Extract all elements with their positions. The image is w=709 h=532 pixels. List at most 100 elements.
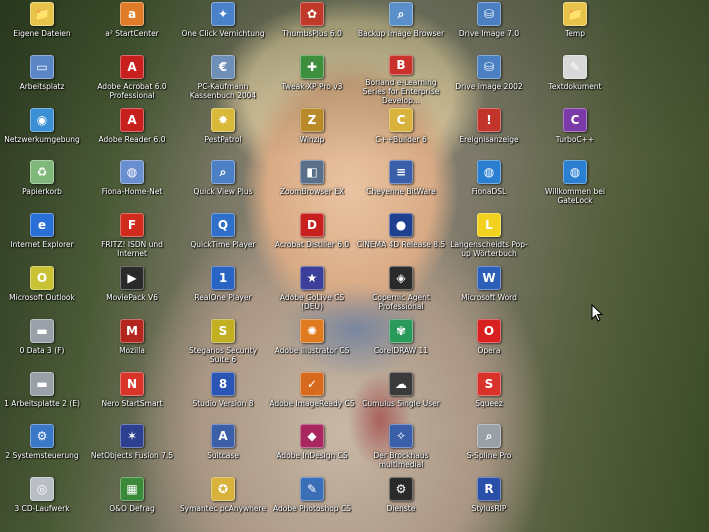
desktop-icon-label: Eigene Dateien (13, 29, 71, 38)
bitware-icon: ≡ (389, 160, 413, 184)
desktop-icon[interactable]: ✧ Der Brockhaus multimedial (356, 422, 446, 474)
desktop-icon[interactable]: A Adobe Acrobat 6.0 Professional (84, 53, 180, 105)
desktop-icon[interactable]: ✚ Tweak-XP Pro v3 (268, 53, 356, 105)
desktop-icon[interactable]: ⌕ Quick View Plus (179, 158, 267, 210)
desktop-icon-label: Cheyenne BitWare (366, 187, 436, 196)
desktop-icon[interactable]: ◆ Adobe InDesign CS (268, 422, 356, 474)
desktop-icon[interactable]: A Suitcase (179, 422, 267, 474)
desktop-icon[interactable]: N Nero StartSmart (84, 370, 180, 422)
desktop-icon[interactable]: ● CINEMA 4D Release 8.5 (356, 211, 446, 263)
backup-browser-icon: ⌕ (389, 2, 413, 26)
desktop-icon[interactable]: ☁ Cumulus Single User (356, 370, 446, 422)
services-icon: ⚙ (389, 477, 413, 501)
cumulus-icon: ☁ (389, 372, 413, 396)
desktop-icon[interactable]: 📁 Eigene Dateien (0, 0, 84, 52)
desktop-icon[interactable]: Z Winzip (268, 106, 356, 158)
desktop-icon-label: Backup Image Browser (357, 29, 445, 38)
desktop-icon[interactable]: ✺ Adobe Illustrator CS (268, 317, 356, 369)
desktop-icon-label: 2 Systemsteuerung (5, 451, 79, 460)
desktop-icon[interactable]: A Adobe Reader 6.0 (84, 106, 180, 158)
desktop-icon[interactable]: ⛁ Drive Image 2002 (446, 53, 532, 105)
desktop-icon[interactable]: S Steganos Security Suite 6 (179, 317, 267, 369)
desktop-icon[interactable]: ⚙ 2 Systemsteuerung (0, 422, 84, 474)
desktop-icon[interactable]: ◎ 3 CD-Laufwerk (0, 475, 84, 527)
desktop-icon[interactable]: ✎ Textdokument (533, 53, 617, 105)
desktop-icon[interactable]: D Acrobat Distiller 6.0 (268, 211, 356, 263)
desktop-icon[interactable]: C C++Builder 6 (356, 106, 446, 158)
desktop-icon[interactable]: ★ Adobe GoLive CS (DEU) (268, 264, 356, 316)
desktop-icon-label: Temp (565, 29, 585, 38)
control-panel-icon: ⚙ (30, 424, 54, 448)
turboc-icon: C (563, 108, 587, 132)
desktop-icon[interactable]: ✎ Adobe Photoshop CS (268, 475, 356, 527)
desktop-icon[interactable]: ≡ Cheyenne BitWare (356, 158, 446, 210)
desktop-icon[interactable]: ◈ Copernic Agent Professional (356, 264, 446, 316)
realone-icon: 1 (211, 266, 235, 290)
desktop-icon[interactable]: Q QuickTime Player (179, 211, 267, 263)
desktop-icon[interactable]: 1 RealOne Player (179, 264, 267, 316)
desktop-icon[interactable]: ✦ One Click Vernichtung (179, 0, 267, 52)
desktop-icon[interactable]: ◉ Netzwerkumgebung (0, 106, 84, 158)
desktop-icon[interactable]: L Langenscheidts Pop-up Wörterbuch (446, 211, 532, 263)
desktop-icon[interactable]: M Mozilla (84, 317, 180, 369)
desktop-icon-label: Quick View Plus (193, 187, 253, 196)
desktop-icon-label: Netzwerkumgebung (4, 135, 80, 144)
desktop-icon-label: Internet Explorer (10, 240, 74, 249)
desktop-icon[interactable]: ◧ ZoomBrowser EX (268, 158, 356, 210)
mozilla-icon: M (120, 319, 144, 343)
coreldraw-icon: ✾ (389, 319, 413, 343)
desktop-icon[interactable]: O Microsoft Outlook (0, 264, 84, 316)
internet-explorer-icon: e (30, 213, 54, 237)
desktop-icon[interactable]: ! Ereignisanzeige (446, 106, 532, 158)
desktop-icon-label: Symantec pcAnywhere (179, 504, 267, 513)
desktop-icon-label: Drive Image 2002 (455, 82, 523, 91)
desktop-icon[interactable]: ♻ Papierkorb (0, 158, 84, 210)
desktop-icon[interactable]: ▬ 0 Data 3 (F) (0, 317, 84, 369)
desktop-icon[interactable]: C TurboC++ (533, 106, 617, 158)
drive-image-icon: ⛁ (477, 2, 501, 26)
desktop-icon-label: FionaDSL (471, 187, 507, 196)
desktop-icon[interactable]: ◍ FionaDSL (446, 158, 532, 210)
desktop-icon-label: Mozilla (119, 346, 145, 355)
desktop-icon[interactable]: F FRITZ! ISDN und Internet (84, 211, 180, 263)
desktop-icon[interactable]: ✿ ThumbsPlus 6.0 (268, 0, 356, 52)
desktop-icon[interactable]: 📁 Temp (533, 0, 617, 52)
winzip-icon: Z (300, 108, 324, 132)
word-icon: W (477, 266, 501, 290)
desktop-icon-label: MoviePack V6 (106, 293, 158, 302)
desktop-icon[interactable]: ▭ Arbeitsplatz (0, 53, 84, 105)
desktop-icon[interactable]: € PC-Kaufmann Kassenbuch 2004 (179, 53, 267, 105)
desktop-icon[interactable]: ▦ O&O Defrag (84, 475, 180, 527)
desktop-icon[interactable]: ✪ Symantec pcAnywhere (179, 475, 267, 527)
desktop-icon[interactable]: ✓ Adobe ImageReady CS (268, 370, 356, 422)
fiona-icon: ◍ (120, 160, 144, 184)
desktop-icon[interactable]: ▬ 1 Arbeitsplatte 2 (E) (0, 370, 84, 422)
desktop-icon[interactable]: O Opera (446, 317, 532, 369)
desktop-icon[interactable]: e Internet Explorer (0, 211, 84, 263)
desktop-icon[interactable]: W Microsoft Word (446, 264, 532, 316)
desktop-icon[interactable]: ▶ MoviePack V6 (84, 264, 180, 316)
desktop-icon-label: Ereignisanzeige (459, 135, 519, 144)
adobe-reader-icon: A (120, 108, 144, 132)
desktop-icon[interactable]: ⌕ S-Spline Pro (446, 422, 532, 474)
desktop-icon[interactable]: R StylusRIP (446, 475, 532, 527)
desktop-icon[interactable]: 8 Studio Version 8 (179, 370, 267, 422)
desktop-icon[interactable]: ⛁ Drive Image 7.0 (446, 0, 532, 52)
desktop-icon[interactable]: ✶ NetObjects Fusion 7.5 (84, 422, 180, 474)
desktop-icon[interactable]: ◍ Willkommen bei GateLock (533, 158, 617, 210)
desktop-icon[interactable]: a a² StartCenter (84, 0, 180, 52)
desktop-icon[interactable]: B Borland e-Learning Series for Enterpris… (356, 53, 446, 105)
desktop-icon[interactable]: ✸ PestPatrol (179, 106, 267, 158)
desktop-icon-label: Adobe GoLive CS (DEU) (279, 293, 345, 311)
desktop-icon[interactable]: ⌕ Backup Image Browser (356, 0, 446, 52)
desktop-icon[interactable]: ◍ Fiona-Home-Net (84, 158, 180, 210)
cd-drive-icon: ◎ (30, 477, 54, 501)
network-icon: ◉ (30, 108, 54, 132)
desktop-icon[interactable]: S Squeez (446, 370, 532, 422)
desktop-icon-label: Dienste (386, 504, 416, 513)
desktop-icon[interactable]: ⚙ Dienste (356, 475, 446, 527)
desktop-icon-label: QuickTime Player (190, 240, 256, 249)
mouse-pointer-icon (591, 304, 603, 322)
studio-icon: 8 (211, 372, 235, 396)
desktop-icon[interactable]: ✾ CorelDRAW 11 (356, 317, 446, 369)
